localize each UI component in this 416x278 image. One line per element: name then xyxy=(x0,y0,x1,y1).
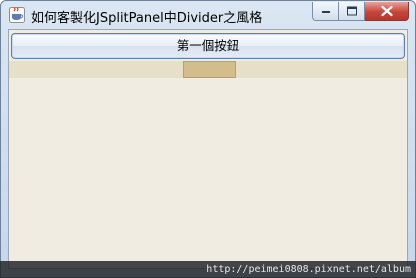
watermark-url: http://peimei0808.pixnet.net/album xyxy=(0,261,416,278)
split-pane: 第一個按鈕 xyxy=(8,29,408,269)
window-title: 如何客製化JSplitPanel中Divider之風格 xyxy=(31,11,263,26)
minimize-icon xyxy=(321,11,330,13)
title-bar[interactable]: 如何客製化JSplitPanel中Divider之風格 xyxy=(1,1,415,29)
caption-buttons xyxy=(312,2,409,21)
application-window: 如何客製化JSplitPanel中Divider之風格 第一個按鈕 xyxy=(0,0,416,278)
first-button[interactable]: 第一個按鈕 xyxy=(11,33,405,59)
java-cup-icon[interactable] xyxy=(9,7,25,23)
maximize-button[interactable] xyxy=(339,2,365,21)
minimize-button[interactable] xyxy=(312,2,339,21)
divider-handle[interactable] xyxy=(183,61,236,78)
close-icon xyxy=(380,5,393,17)
maximize-icon xyxy=(346,6,357,16)
bottom-pane xyxy=(9,78,407,268)
close-button[interactable] xyxy=(365,2,409,21)
